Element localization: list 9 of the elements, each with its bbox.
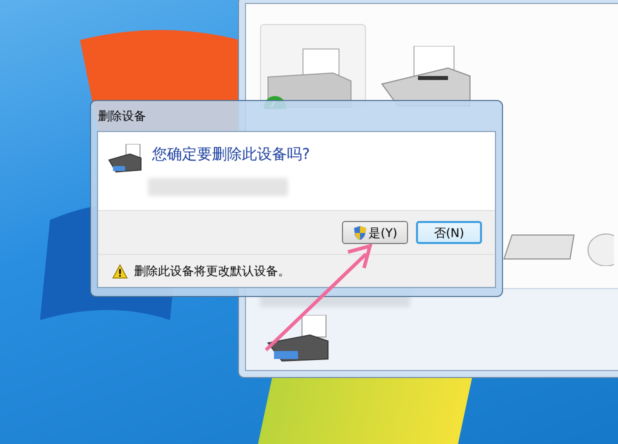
printer-icon: [266, 315, 330, 363]
dialog-button[interactable]: 是(Y): [342, 221, 408, 244]
warning-text: 删除此设备将更改默认设备。: [134, 263, 290, 280]
printer-icon: [108, 144, 142, 174]
warning-icon: [112, 264, 128, 278]
dialog-title: 删除设备: [97, 108, 147, 125]
dialog-button[interactable]: 否(N): [416, 221, 482, 244]
shield-icon: [352, 224, 367, 240]
dialog-question: 您确定要删除此设备吗?: [152, 144, 310, 164]
